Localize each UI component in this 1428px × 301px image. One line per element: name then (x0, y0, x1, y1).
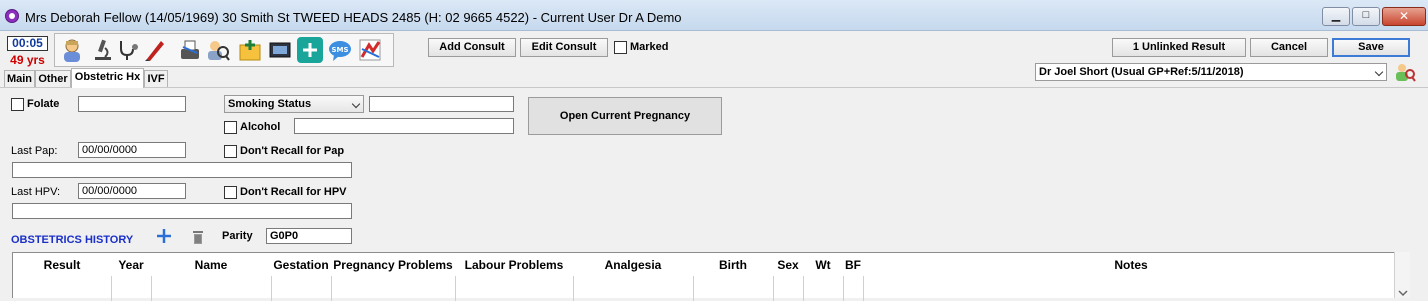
title-bar: Mrs Deborah Fellow (14/05/1969) 30 Smith… (0, 0, 1428, 31)
marked-checkbox[interactable] (614, 41, 627, 54)
alcohol-input[interactable] (294, 118, 514, 134)
last-hpv-label: Last HPV: (11, 186, 61, 198)
column-header-bf[interactable]: BF (843, 258, 863, 272)
obstetrics-history-title: OBSTETRICS HISTORY (11, 234, 134, 246)
column-divider (843, 276, 844, 301)
column-divider (111, 276, 112, 301)
session-timer: 00:05 (7, 36, 48, 51)
column-header-labour-problems[interactable]: Labour Problems (455, 258, 573, 272)
tab-ivf[interactable]: IVF (144, 70, 168, 87)
patient-age: 49 yrs (10, 53, 45, 67)
parity-input[interactable]: G0P0 (266, 228, 352, 244)
patient-icon[interactable] (59, 37, 85, 63)
open-current-pregnancy-button[interactable]: Open Current Pregnancy (528, 97, 722, 135)
column-divider (455, 276, 456, 301)
folate-label: Folate (27, 98, 60, 110)
obstetrics-history-table: Result Year Name Gestation Pregnancy Pro… (12, 252, 1410, 301)
parity-label: Parity (222, 230, 253, 242)
app-icon (5, 9, 19, 23)
chevron-down-icon (1374, 67, 1384, 77)
add-consult-button[interactable]: Add Consult (428, 38, 516, 57)
column-header-gestation[interactable]: Gestation (271, 258, 331, 272)
provider-search-icon[interactable] (1394, 61, 1416, 83)
minimize-icon: ▁ (1331, 10, 1341, 22)
save-button[interactable]: Save (1332, 38, 1410, 57)
column-header-notes[interactable]: Notes (863, 258, 1399, 272)
column-divider (863, 276, 864, 301)
tab-obstetric-hx[interactable]: Obstetric Hx (71, 68, 144, 88)
tab-other[interactable]: Other (35, 70, 71, 87)
add-history-icon[interactable] (156, 228, 172, 244)
alcohol-label: Alcohol (240, 121, 281, 133)
last-pap-label: Last Pap: (11, 145, 58, 157)
doctor-select[interactable]: Dr Joel Short (Usual GP+Ref:5/11/2018) (1035, 63, 1387, 81)
folate-checkbox[interactable] (11, 98, 24, 111)
cancel-button[interactable]: Cancel (1250, 38, 1328, 57)
smoking-details-input[interactable] (369, 96, 514, 112)
column-divider (803, 276, 804, 301)
pap-recall-label: Don't Recall for Pap (240, 145, 345, 157)
maximize-icon: □ (1362, 9, 1370, 21)
last-hpv-input[interactable]: 00/00/0000 (78, 183, 186, 199)
microscope-icon[interactable] (89, 37, 115, 63)
hpv-recall-checkbox[interactable] (224, 186, 237, 199)
column-divider (773, 276, 774, 301)
column-divider (151, 276, 152, 301)
hpv-notes-input[interactable] (12, 203, 352, 219)
chevron-down-icon (351, 99, 361, 109)
doctor-select-value: Dr Joel Short (Usual GP+Ref:5/11/2018) (1039, 66, 1244, 78)
tab-panel-border (0, 87, 1428, 88)
edit-consult-button[interactable]: Edit Consult (520, 38, 608, 57)
column-header-sex[interactable]: Sex (773, 258, 803, 272)
svg-text:SMS: SMS (331, 46, 348, 54)
delete-history-icon[interactable] (192, 229, 204, 245)
column-divider (331, 276, 332, 301)
minimize-button[interactable]: ▁ (1322, 7, 1350, 26)
add-icon[interactable] (297, 37, 323, 63)
last-pap-input[interactable]: 00/00/0000 (78, 142, 186, 158)
folate-input[interactable] (78, 96, 186, 112)
chart-icon[interactable] (357, 37, 383, 63)
maximize-button[interactable]: □ (1352, 7, 1380, 26)
alcohol-checkbox[interactable] (224, 121, 237, 134)
column-header-birth[interactable]: Birth (693, 258, 773, 272)
tab-main[interactable]: Main (4, 70, 35, 87)
close-button[interactable]: ✕ (1382, 7, 1426, 26)
unlinked-result-button[interactable]: 1 Unlinked Result (1112, 38, 1246, 57)
column-divider (693, 276, 694, 301)
referral-icon[interactable] (237, 37, 263, 63)
column-divider (573, 276, 574, 301)
smoking-status-value: Smoking Status (228, 98, 312, 110)
marked-label: Marked (630, 41, 669, 53)
image-icon[interactable] (267, 37, 293, 63)
column-header-year[interactable]: Year (111, 258, 151, 272)
smoking-status-select[interactable]: Smoking Status (224, 95, 364, 113)
column-header-result[interactable]: Result (13, 258, 111, 272)
close-icon: ✕ (1398, 9, 1410, 23)
search-user-icon[interactable] (205, 37, 231, 63)
pen-icon[interactable] (141, 37, 167, 63)
pap-notes-input[interactable] (12, 162, 352, 178)
fax-icon[interactable] (177, 37, 203, 63)
hpv-recall-label: Don't Recall for HPV (240, 186, 347, 198)
column-header-pregnancy-problems[interactable]: Pregnancy Problems (331, 258, 455, 272)
window-title: Mrs Deborah Fellow (14/05/1969) 30 Smith… (25, 10, 682, 25)
stethoscope-icon[interactable] (115, 37, 141, 63)
pap-recall-checkbox[interactable] (224, 145, 237, 158)
column-header-name[interactable]: Name (151, 258, 271, 272)
column-header-wt[interactable]: Wt (803, 258, 843, 272)
table-scrollbar[interactable] (1394, 252, 1410, 298)
column-divider (271, 276, 272, 301)
sms-icon[interactable]: SMS (327, 37, 353, 63)
column-header-analgesia[interactable]: Analgesia (573, 258, 693, 272)
toolbar: SMS (54, 33, 394, 67)
